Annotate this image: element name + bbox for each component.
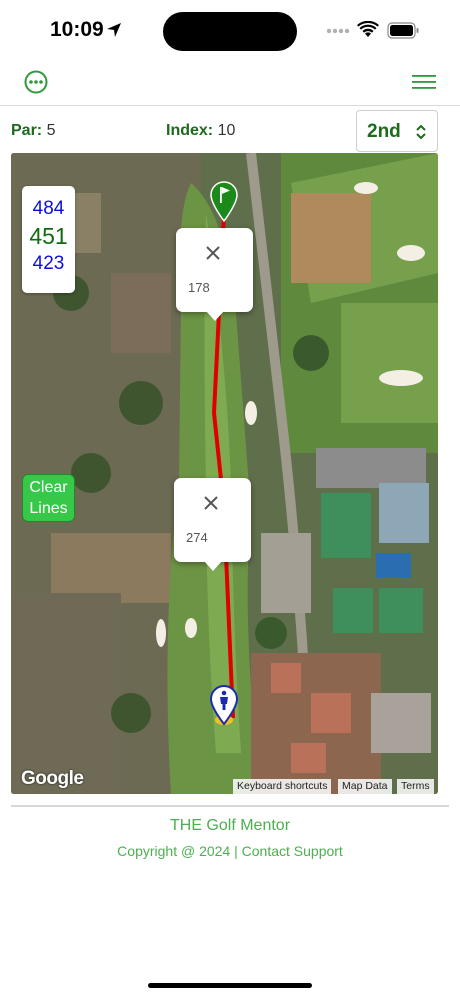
hole-info-row: Par: 5 Index: 10 2nd: [0, 110, 460, 152]
distance-bubble-upper: 178: [176, 228, 253, 321]
clear-lines-button[interactable]: Clear Lines: [22, 474, 75, 522]
google-logo: Google: [21, 768, 84, 789]
tee-select-value: 2nd: [367, 121, 401, 142]
status-time: 10:09: [50, 18, 104, 41]
footer-copyright[interactable]: Copyright @ 2024 | Contact Support: [0, 843, 460, 859]
map-data-link[interactable]: Map Data: [338, 779, 392, 794]
app-screen: 10:09 Par: 5 Index: 10 2nd Keyboard shor…: [0, 0, 460, 997]
dynamic-island: [163, 12, 297, 51]
hamburger-menu-icon[interactable]: [411, 72, 437, 92]
yardage-card: 484 451 423: [22, 186, 75, 293]
home-indicator[interactable]: [148, 983, 312, 988]
tee-select[interactable]: 2nd: [356, 110, 438, 152]
par-info: Par: 5: [11, 122, 55, 140]
chevron-up-down-icon: [416, 124, 426, 140]
cellular-signal-icon: [326, 28, 350, 34]
index-info: Index: 10: [166, 122, 235, 140]
index-value: 10: [217, 122, 236, 139]
yardage-front: 423: [32, 253, 65, 274]
flag-marker-icon[interactable]: [209, 180, 239, 222]
distance-lower-text: 274: [186, 530, 208, 545]
distance-bubble-lower: 274: [174, 478, 251, 571]
par-label: Par:: [11, 122, 43, 139]
more-options-icon[interactable]: [24, 70, 48, 94]
par-value: 5: [46, 122, 56, 139]
terms-link[interactable]: Terms: [397, 779, 434, 794]
keyboard-shortcuts-link[interactable]: Keyboard shortcuts: [233, 779, 332, 794]
footer-divider: [11, 805, 449, 807]
wifi-icon: [357, 21, 379, 37]
index-label: Index:: [166, 122, 214, 139]
status-bar: 10:09: [0, 0, 460, 60]
close-icon[interactable]: [202, 494, 220, 512]
footer-title: THE Golf Mentor: [169, 817, 291, 834]
yardage-back: 484: [32, 198, 65, 219]
player-marker-icon[interactable]: [209, 684, 239, 726]
distance-upper-text: 178: [188, 280, 210, 295]
app-header: [0, 62, 460, 106]
yardage-center: 451: [29, 223, 68, 249]
close-icon[interactable]: [204, 244, 222, 262]
battery-icon: [387, 22, 419, 39]
location-arrow-icon: [107, 23, 121, 37]
